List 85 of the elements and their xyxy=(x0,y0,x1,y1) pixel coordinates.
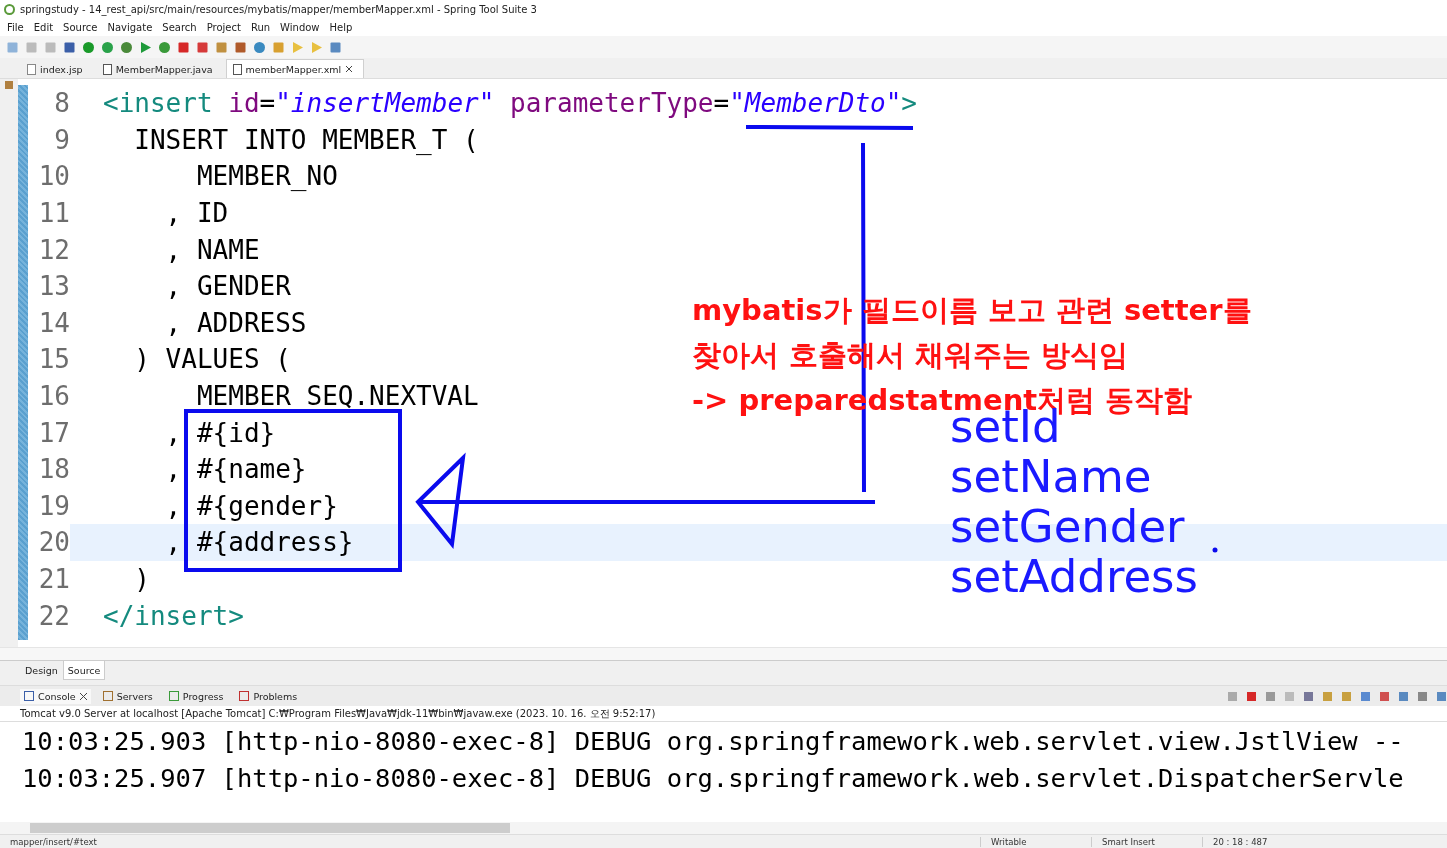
console-toolbar-icon[interactable] xyxy=(1341,690,1352,702)
code-text: MEMBER_NO xyxy=(195,161,338,192)
console-toolbar-icon[interactable] xyxy=(1246,690,1257,702)
code-text: INSERT INTO MEMBER_T ( xyxy=(133,124,479,155)
menu-item[interactable]: Search xyxy=(157,22,202,33)
code-text: , #{gender} xyxy=(164,490,338,521)
menu-item[interactable]: Help xyxy=(324,22,358,33)
run-icon[interactable] xyxy=(139,40,152,54)
console-toolbar-icon[interactable] xyxy=(1379,690,1390,702)
line-number: 9 xyxy=(54,124,70,155)
console-toolbar-icon[interactable] xyxy=(1322,690,1333,702)
close-icon[interactable] xyxy=(345,65,354,73)
code-text: , #{address} xyxy=(164,527,354,558)
problems-icon xyxy=(239,691,250,701)
line-number: 22 xyxy=(38,600,70,631)
status-insert-mode: Smart Insert xyxy=(1091,836,1202,847)
console-process-label: Tomcat v9.0 Server at localhost [Apache Tomcat] C:₩Program Files₩Java₩jdk-11₩bin₩javaw.exe (2023. 10. 16. 오전 9:52:17) xyxy=(0,706,1447,722)
editor-tab[interactable]: index.jsp xyxy=(20,59,94,78)
java-file-icon xyxy=(102,63,112,75)
file-icon xyxy=(27,63,36,75)
console-line: 10:03:25.903 [http-nio-8080-exec-8] DEBUG org.springframework.web.servlet.view.JstlView -- xyxy=(22,725,1405,758)
code-text: <insert id="insertMember" parameterType="MemberDto"> xyxy=(103,88,917,119)
setter-note: setName xyxy=(950,452,1153,502)
code-text: , ID xyxy=(164,198,229,229)
console-toolbar-icon[interactable] xyxy=(1436,690,1447,702)
file-icon xyxy=(232,63,242,75)
line-number: 13 xyxy=(38,271,70,302)
menu-item[interactable]: Window xyxy=(275,22,325,33)
menu-item[interactable]: Source xyxy=(58,22,103,33)
servers-icon xyxy=(102,691,113,701)
dot-mark xyxy=(1212,547,1218,553)
code-text: , #{name} xyxy=(164,454,307,485)
menu-item[interactable]: Run xyxy=(245,22,276,33)
line-number: 16 xyxy=(38,381,70,412)
line-number: 8 xyxy=(54,88,70,119)
window-title: springstudy - 14_rest_api/src/main/resources/mybatis/mapper/memberMapper.xml - Spring Tool Suite 3 xyxy=(20,4,537,15)
code-text: , GENDER xyxy=(164,271,291,302)
status-position: 20 : 18 : 487 xyxy=(1202,836,1323,847)
close-icon[interactable] xyxy=(79,692,87,700)
line-number: 14 xyxy=(38,307,70,338)
menu-item[interactable]: File xyxy=(2,22,29,33)
line-number: 12 xyxy=(38,234,70,265)
scrollbar-thumb[interactable] xyxy=(30,823,510,833)
editor-tab[interactable]: MemberMapper.java xyxy=(95,59,224,78)
view-tab[interactable]: Servers xyxy=(98,688,157,704)
app-logo-icon xyxy=(4,4,15,15)
console-toolbar-icon[interactable] xyxy=(1398,690,1409,702)
code-text: , NAME xyxy=(164,234,260,265)
editor-view-tab[interactable]: Design xyxy=(20,661,63,680)
line-number: 10 xyxy=(38,161,70,192)
setter-note: setAddress xyxy=(950,552,1198,602)
code-text: , ADDRESS xyxy=(164,307,307,338)
code-text: ) xyxy=(133,564,150,594)
editor-view-tab[interactable]: Source xyxy=(62,661,106,680)
line-number: 15 xyxy=(38,344,70,375)
stop-icon[interactable] xyxy=(177,40,190,54)
editor-tab[interactable]: memberMapper.xml xyxy=(225,59,365,78)
view-tab[interactable]: Progress xyxy=(164,688,228,704)
line-number: 19 xyxy=(38,490,70,521)
console-line: 10:03:25.907 [http-nio-8080-exec-8] DEBUG org.springframework.web.servlet.DispatcherServle xyxy=(22,762,1405,795)
code-text: , #{id} xyxy=(164,417,276,448)
status-mode: Writable xyxy=(980,836,1091,847)
horizontal-scrollbar[interactable] xyxy=(0,647,1447,660)
line-number: 21 xyxy=(38,564,70,594)
view-tab[interactable]: Problems xyxy=(235,688,302,704)
console-toolbar-icon[interactable] xyxy=(1265,690,1276,702)
menu-item[interactable]: Edit xyxy=(28,22,59,33)
status-path: mapper/insert/#text xyxy=(9,836,98,847)
console-toolbar-icon[interactable] xyxy=(1417,690,1428,702)
line-number: 18 xyxy=(38,454,70,485)
code-text: </insert> xyxy=(103,600,244,631)
menu-item[interactable]: Navigate xyxy=(102,22,158,33)
console-toolbar-icon[interactable] xyxy=(1360,690,1371,702)
progress-icon xyxy=(168,691,179,701)
console-toolbar-icon[interactable] xyxy=(1303,690,1314,702)
line-number: 17 xyxy=(38,417,70,448)
console-toolbar-icon[interactable] xyxy=(1227,690,1238,702)
line-number: 11 xyxy=(38,198,70,229)
menu-item[interactable]: Project xyxy=(201,22,246,33)
setter-note: setGender xyxy=(950,502,1186,552)
view-tab[interactable]: Console xyxy=(20,688,91,704)
code-text: ) VALUES ( xyxy=(133,344,291,375)
code-text: MEMBER_SEQ.NEXTVAL xyxy=(195,381,479,412)
line-number: 20 xyxy=(38,527,70,558)
forward-icon[interactable] xyxy=(310,40,323,54)
